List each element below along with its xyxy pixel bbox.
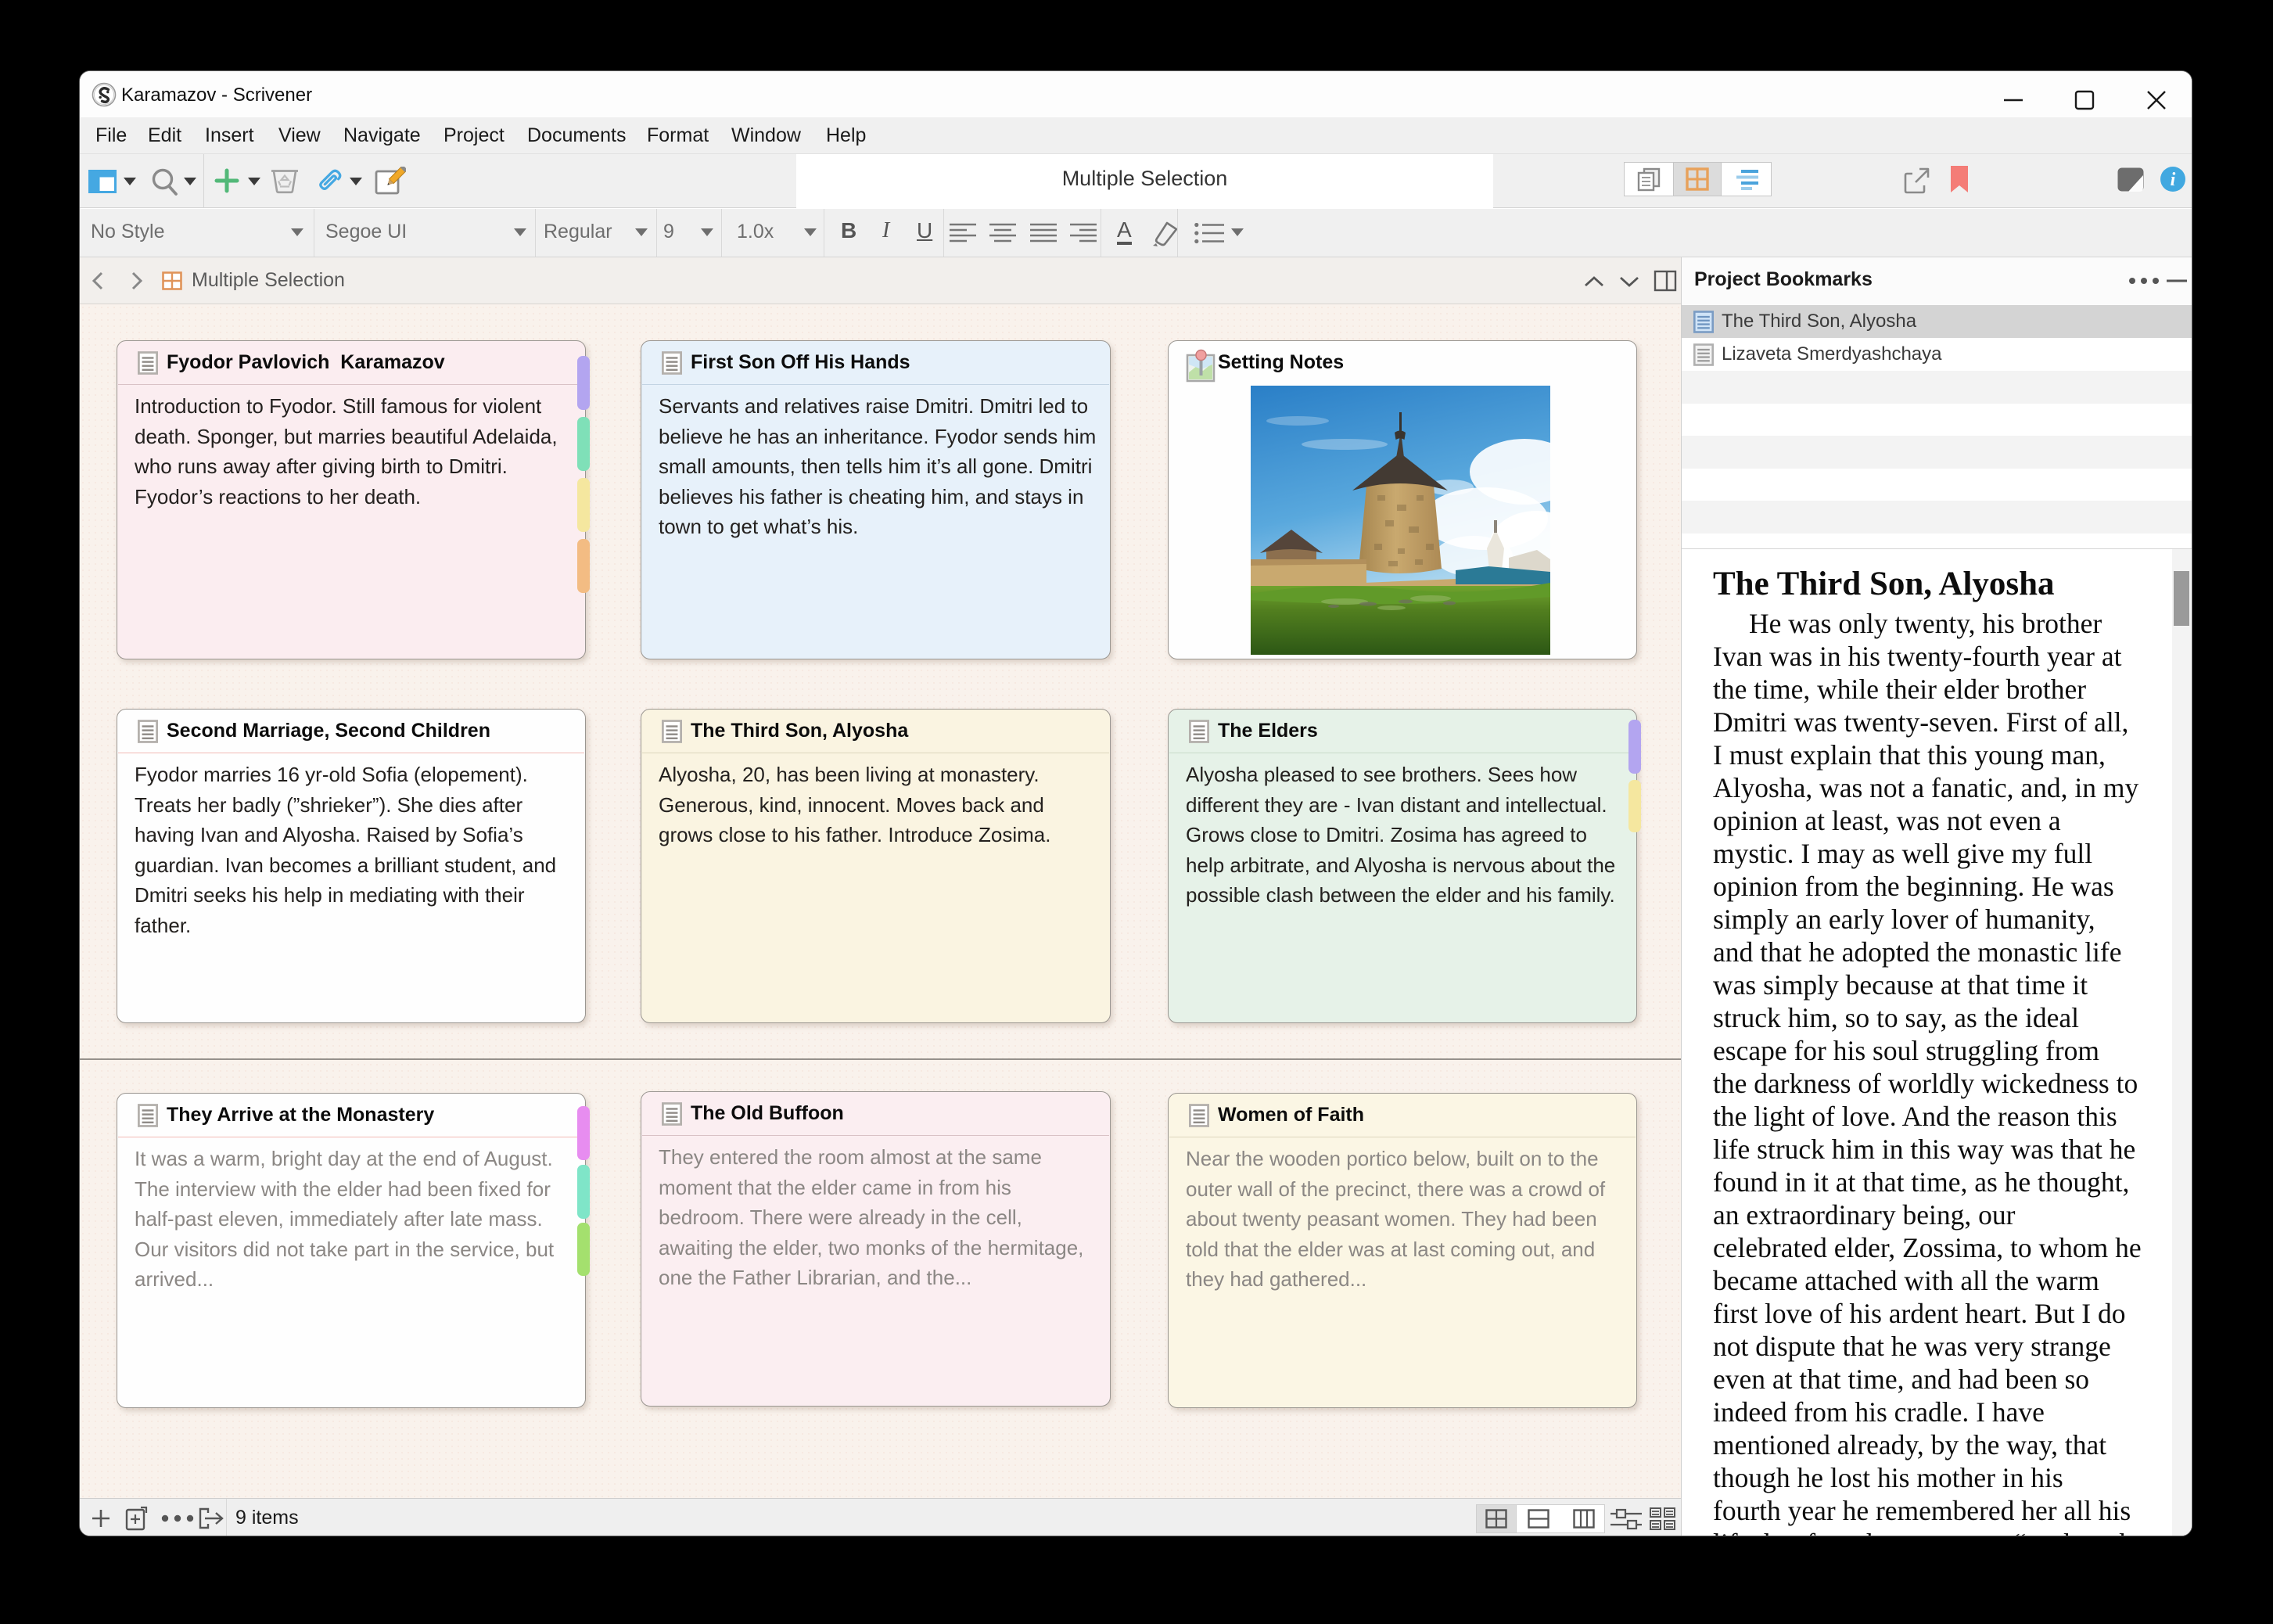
svg-text:i: i bbox=[2171, 170, 2176, 190]
